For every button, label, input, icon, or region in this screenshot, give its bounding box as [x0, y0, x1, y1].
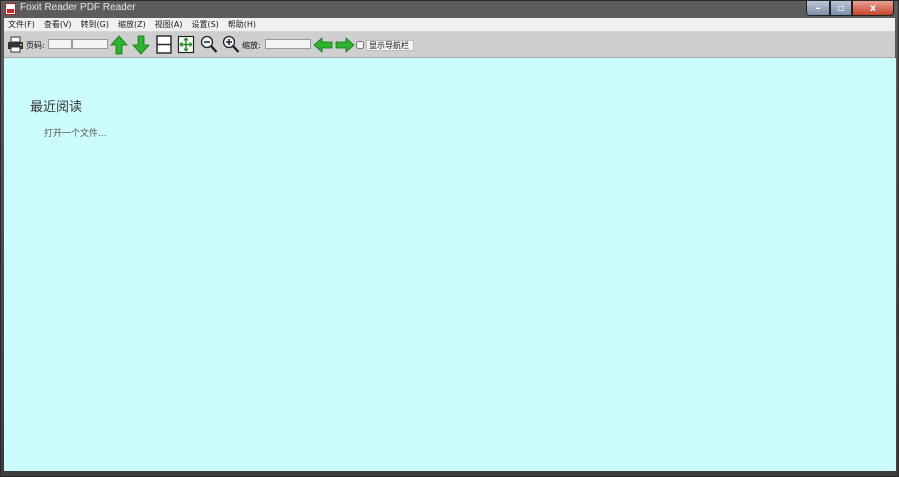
pdf-app-icon: [5, 3, 16, 15]
close-button[interactable]: x: [852, 1, 894, 16]
maximize-button[interactable]: ▫: [830, 1, 852, 16]
page-number-input[interactable]: [48, 39, 72, 49]
menu-display[interactable]: 视图(A): [151, 18, 188, 31]
zoom-label: 缩放:: [242, 41, 261, 50]
page-total-field: [72, 39, 108, 49]
menu-view[interactable]: 查看(V): [40, 18, 77, 31]
minimize-button[interactable]: –: [806, 1, 830, 16]
fit-page-icon[interactable]: [177, 35, 195, 54]
open-file-link[interactable]: 打开一个文件...: [44, 126, 107, 139]
menu-goto[interactable]: 转到(G): [77, 18, 114, 31]
toolbar: 页码: 缩放: 显示导航栏: [4, 32, 895, 58]
document-area: 最近阅读 打开一个文件...: [4, 58, 896, 471]
app-window: Foxit Reader PDF Reader – ▫ x 文件(F) 查看(V…: [0, 0, 899, 477]
recent-reading-heading: 最近阅读: [30, 100, 83, 115]
menu-file[interactable]: 文件(F): [4, 18, 40, 31]
next-page-icon[interactable]: [132, 35, 150, 55]
previous-page-icon[interactable]: [110, 35, 128, 55]
zoom-out-icon[interactable]: [200, 35, 218, 54]
menu-help[interactable]: 帮助(H): [224, 18, 261, 31]
show-navigation-checkbox[interactable]: [356, 41, 364, 49]
forward-arrow-icon[interactable]: [335, 37, 355, 53]
menu-settings[interactable]: 设置(S): [187, 18, 223, 31]
menu-bar: 文件(F) 查看(V) 转到(G) 缩放(Z) 视图(A) 设置(S) 帮助(H…: [4, 18, 895, 32]
page-label: 页码:: [26, 41, 45, 50]
title-bar[interactable]: Foxit Reader PDF Reader – ▫ x: [1, 1, 898, 18]
show-navigation-label[interactable]: 显示导航栏: [366, 40, 414, 51]
window-title: Foxit Reader PDF Reader: [20, 2, 136, 13]
print-icon[interactable]: [7, 36, 24, 53]
menu-zoom[interactable]: 缩放(Z): [114, 18, 151, 31]
zoom-input[interactable]: [265, 39, 311, 49]
back-arrow-icon[interactable]: [313, 37, 333, 53]
fit-width-icon[interactable]: [155, 35, 173, 54]
zoom-in-icon[interactable]: [222, 35, 240, 54]
caption-buttons: – ▫ x: [806, 1, 894, 16]
